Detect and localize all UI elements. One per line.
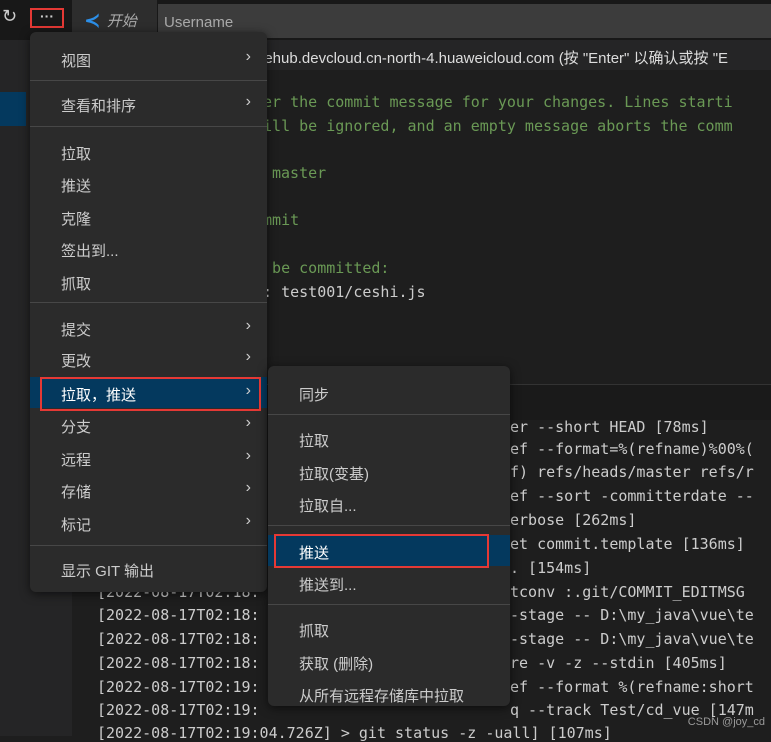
output-line-prefix: [2022-08-17T02:18: (97, 630, 260, 648)
vscode-logo-icon: ≺ (84, 9, 101, 32)
editor-line: master (272, 164, 327, 182)
chevron-right-icon: › (245, 348, 251, 365)
menu-item-label: 分支 (61, 419, 92, 436)
menu-item-label: 从所有远程存储库中拉取 (299, 688, 465, 705)
menu-separator (30, 545, 267, 546)
menu-item-label: 更改 (61, 353, 92, 370)
output-line-prefix: [2022-08-17T02:19:04.726Z] > git status … (97, 724, 612, 742)
output-line: et commit.template [136ms] (510, 535, 745, 553)
menu-item-label: 显示 GIT 输出 (61, 563, 155, 580)
output-line: . [154ms] (510, 559, 592, 577)
menu-item[interactable]: 签出到... (30, 233, 267, 264)
menu-item[interactable]: 视图 › (30, 43, 267, 74)
menu-item-label: 同步 (299, 387, 330, 404)
menu-separator (30, 126, 267, 127)
output-line-prefix: [2022-08-17T02:19: (97, 678, 260, 696)
menu-item-label: 获取 (删除) (299, 656, 374, 673)
menu-item-label: 拉取(变基) (299, 466, 369, 483)
chevron-right-icon: › (245, 93, 251, 110)
output-line: ef --sort -committerdate -- (510, 487, 754, 505)
menu-item-label: 推送到... (299, 577, 357, 594)
chevron-right-icon: › (245, 479, 251, 496)
editor-line: ter the commit message for your changes.… (254, 93, 733, 111)
tab-label: 开始 (106, 12, 137, 30)
chevron-right-icon: › (245, 317, 251, 334)
editor-line: o be committed: (254, 259, 390, 277)
chevron-right-icon: › (245, 48, 251, 65)
menu-item-label: 远程 (61, 452, 92, 469)
more-actions-button[interactable]: ··· (30, 8, 64, 28)
menu-item[interactable]: 提交 › (30, 312, 267, 343)
selected-row[interactable] (0, 92, 26, 126)
menu-item-label: 视图 (61, 53, 92, 70)
menu-item[interactable]: 同步 (268, 377, 510, 408)
menu-item-label: 抓取 (299, 623, 330, 640)
output-line: tconv :.git/COMMIT_EDITMSG (510, 583, 745, 601)
menu-item[interactable]: 更改 › (30, 343, 267, 374)
output-line: -stage -- D:\my_java\vue\te (510, 630, 754, 648)
output-line: erbose [262ms] (510, 511, 637, 529)
chevron-right-icon: › (245, 512, 251, 529)
output-line-prefix: [2022-08-17T02:18: (97, 654, 260, 672)
menu-item[interactable]: 拉取(变基) (268, 456, 510, 487)
menu-item[interactable]: 拉取自... (268, 488, 510, 519)
editor-line: will be ignored, and an empty message ab… (254, 117, 733, 135)
more-actions-menu: 视图 › 查看和排序 › 拉取 推送 克隆 签出到... 抓取 提交 › 更改 › 拉取，推送 › 分支 › 远程… (30, 32, 267, 592)
menu-item-label: 拉取 (299, 433, 330, 450)
menu-item[interactable]: 远程 › (30, 442, 267, 473)
menu-item[interactable]: 推送到... (268, 567, 510, 598)
menu-item[interactable]: 存储 › (30, 474, 267, 505)
menu-item-label: 克隆 (61, 211, 92, 228)
menu-item-label: 推送 (61, 178, 92, 195)
refresh-icon[interactable]: ↻ (2, 6, 17, 27)
menu-item[interactable]: 标记 › (30, 507, 267, 538)
menu-item-label: 拉取 (61, 146, 92, 163)
output-line: er --short HEAD [78ms] (510, 418, 709, 436)
output-line-prefix: [2022-08-17T02:18: (97, 606, 260, 624)
menu-item[interactable]: 推送 (30, 168, 267, 199)
menu-item-label: 拉取自... (299, 498, 357, 515)
menu-item[interactable]: 拉取 (268, 423, 510, 454)
menu-item[interactable]: 查看和排序 › (30, 88, 267, 119)
output-line-prefix: [2022-08-17T02:19: (97, 701, 260, 719)
highlight-box (40, 377, 261, 411)
menu-item-label: 存储 (61, 484, 92, 501)
output-line: ef --format=%(refname)%00%( (510, 440, 754, 458)
pull-push-submenu: 同步 拉取 拉取(变基) 拉取自... 推送 推送到... 抓取 获取 (删除) 从所有远程存储… (268, 366, 510, 706)
output-line: f) refs/heads/master refs/r (510, 463, 754, 481)
menu-item-label: 标记 (61, 517, 92, 534)
menu-separator (30, 302, 267, 303)
chevron-right-icon: › (245, 447, 251, 464)
menu-separator (268, 414, 510, 415)
menu-separator (268, 604, 510, 605)
menu-item[interactable]: 分支 › (30, 409, 267, 440)
output-line: ef --format %(refname:short (510, 678, 754, 696)
watermark: CSDN @joy_cd (687, 716, 765, 728)
output-line: re -v -z --stdin [405ms] (510, 654, 727, 672)
chevron-right-icon: › (245, 414, 251, 431)
menu-item[interactable]: 显示 GIT 输出 (30, 553, 267, 584)
menu-item-label: 签出到... (61, 243, 119, 260)
output-line: -stage -- D:\my_java\vue\te (510, 606, 754, 624)
menu-item[interactable]: 抓取 (268, 613, 510, 644)
menu-separator (268, 525, 510, 526)
menu-item-label: 抓取 (61, 276, 92, 293)
menu-item[interactable]: 从所有远程存储库中拉取 (268, 678, 510, 709)
menu-item[interactable]: 抓取 (30, 266, 267, 297)
menu-separator (30, 80, 267, 81)
menu-item[interactable]: 克隆 (30, 201, 267, 232)
highlight-box (274, 534, 489, 568)
menu-item[interactable]: 获取 (删除) (268, 646, 510, 677)
editor-line: e: test001/ceshi.js (254, 283, 426, 301)
menu-item-label: 提交 (61, 322, 92, 339)
menu-item-label: 查看和排序 (61, 98, 137, 115)
menu-item[interactable]: 拉取 (30, 136, 267, 167)
